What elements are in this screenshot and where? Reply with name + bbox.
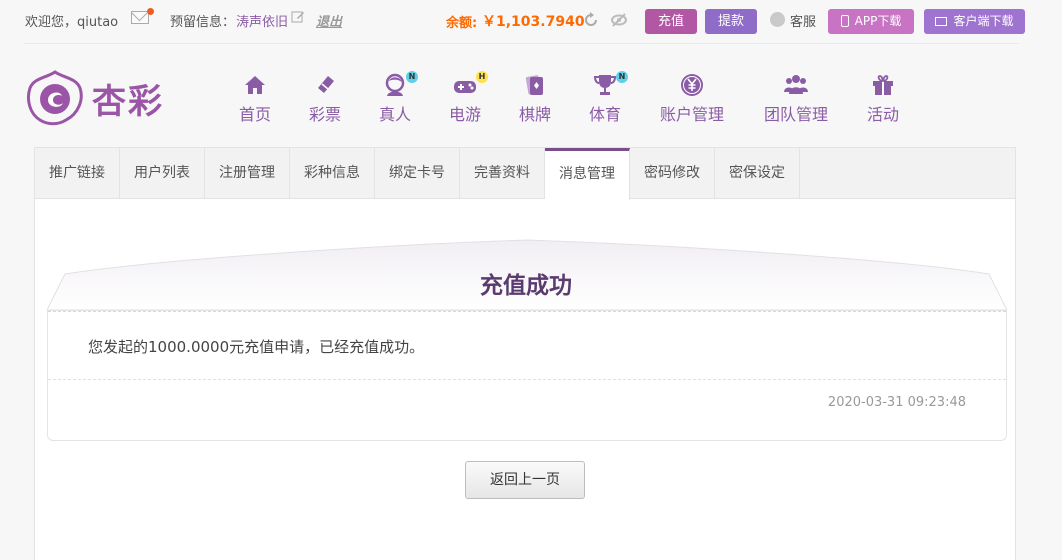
new-badge-icon: N <box>406 71 418 83</box>
nav-label-egames: 电游 <box>448 105 481 124</box>
withdraw-button[interactable]: 提款 <box>705 9 757 34</box>
tab-user-list[interactable]: 用户列表 <box>120 148 205 199</box>
recharge-button[interactable]: 充值 <box>645 9 697 34</box>
nav-account-management[interactable]: 账户管理 <box>656 72 728 124</box>
balance-label: 余额: <box>446 16 478 31</box>
balance-value: ￥1,103.7940 <box>482 14 585 30</box>
nav-team-management[interactable]: 团队管理 <box>760 72 832 124</box>
hide-balance-icon[interactable] <box>610 11 628 29</box>
page-margin <box>1016 147 1062 560</box>
team-icon <box>784 75 808 94</box>
app-download-button[interactable]: APP下载 <box>828 9 914 34</box>
nav-label-chess-cards: 棋牌 <box>518 105 551 124</box>
new-badge-icon: N <box>616 71 628 83</box>
nav-lottery[interactable]: 彩票 <box>304 72 346 124</box>
tab-registration[interactable]: 注册管理 <box>205 148 290 199</box>
tab-bar: 推广链接 用户列表 注册管理 彩种信息 绑定卡号 完善资料 消息管理 密码修改 … <box>35 148 1015 200</box>
phone-icon <box>840 15 849 27</box>
logout-link[interactable]: 退出 <box>316 11 342 30</box>
dashed-divider <box>48 379 1006 380</box>
tab-lottery-info[interactable]: 彩种信息 <box>290 148 375 199</box>
nav-label-live: 真人 <box>378 105 411 124</box>
reserved-info-value: 涛声依旧 <box>236 15 289 30</box>
mail-icon[interactable] <box>131 11 149 24</box>
main-panel: 推广链接 用户列表 注册管理 彩种信息 绑定卡号 完善资料 消息管理 密码修改 … <box>34 147 1016 560</box>
nav-promotions[interactable]: 活动 <box>862 72 904 124</box>
back-button[interactable]: 返回上一页 <box>465 461 585 499</box>
header-divider <box>24 43 1019 44</box>
nav-sports[interactable]: N 体育 <box>584 71 628 124</box>
customer-service-icon[interactable] <box>770 12 785 27</box>
gamepad-icon <box>454 81 476 93</box>
logo-mark-icon[interactable] <box>26 70 84 126</box>
welcome-text: 欢迎您，qiutao <box>25 15 119 30</box>
yen-coin-icon <box>681 74 703 96</box>
logo-text[interactable]: 杏彩 <box>92 74 164 123</box>
app-download-label: APP下载 <box>854 14 902 28</box>
client-download-button[interactable]: 客户端下载 <box>924 9 1025 34</box>
tab-promo-link[interactable]: 推广链接 <box>35 148 120 199</box>
dashed-divider <box>48 311 1006 312</box>
nav-chess-cards[interactable]: 棋牌 <box>514 72 556 124</box>
top-bar: 欢迎您，qiutao 预留信息： 涛声依旧 退出 余额: ￥1,103.7940… <box>0 0 1062 42</box>
tab-profile[interactable]: 完善资料 <box>460 148 545 199</box>
cards-icon <box>525 75 543 95</box>
nav-live[interactable]: N 真人 <box>374 71 418 124</box>
unread-dot-icon <box>147 8 154 15</box>
message-title: 充值成功 <box>480 273 572 299</box>
reserved-info-label: 预留信息： <box>170 15 236 30</box>
tab-bind-card[interactable]: 绑定卡号 <box>375 148 460 199</box>
message-timestamp: 2020-03-31 09:23:48 <box>827 395 966 410</box>
nav-label-promotions: 活动 <box>866 105 899 124</box>
nav-label-account-management: 账户管理 <box>659 105 724 124</box>
home-icon <box>245 76 265 94</box>
tab-password[interactable]: 密码修改 <box>630 148 715 199</box>
nav-label-home: 首页 <box>238 105 271 124</box>
customer-service-link[interactable]: 客服 <box>790 11 816 30</box>
tab-messages[interactable]: 消息管理 <box>545 148 630 200</box>
edit-icon[interactable] <box>291 10 305 24</box>
nav-egames[interactable]: H 电游 <box>444 71 488 124</box>
nav-label-sports: 体育 <box>588 105 621 124</box>
message-body: 您发起的1000.0000元充值申请，已经充值成功。 <box>88 338 425 356</box>
nav-label-lottery: 彩票 <box>308 105 341 124</box>
gift-icon <box>873 75 893 95</box>
hot-badge-icon: H <box>476 71 488 83</box>
monitor-icon <box>935 17 948 26</box>
nav-label-team-management: 团队管理 <box>763 105 828 124</box>
live-dealer-icon <box>385 73 405 96</box>
nav-home[interactable]: 首页 <box>234 72 276 124</box>
ticket-icon <box>318 76 334 93</box>
trophy-icon <box>593 75 617 95</box>
tab-security-question[interactable]: 密保设定 <box>715 148 800 199</box>
refresh-icon[interactable] <box>582 11 600 29</box>
message-card: 您发起的1000.0000元充值申请，已经充值成功。 2020-03-31 09… <box>47 310 1007 441</box>
client-download-label: 客户端下载 <box>953 14 1014 28</box>
